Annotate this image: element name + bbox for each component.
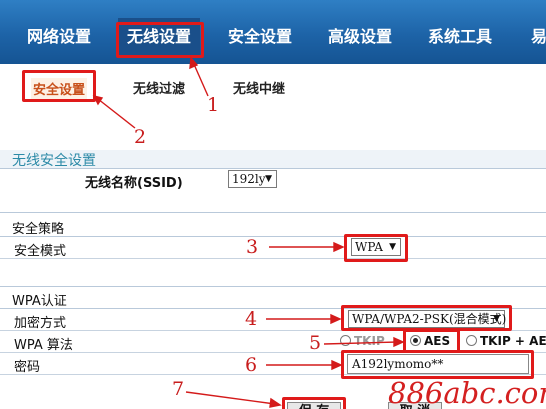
annotation-arrows [92,56,405,408]
annotation-number-2: 2 [134,126,147,148]
annotation-number-5: 5 [309,332,322,354]
watermark-text: 886abc.com [388,376,546,409]
annotation-number-6: 6 [245,354,258,376]
annotation-number-4: 4 [245,308,258,330]
annotation-number-7: 7 [172,378,185,400]
annotation-number-3: 3 [246,236,259,258]
annotation-number-1: 1 [207,94,220,116]
